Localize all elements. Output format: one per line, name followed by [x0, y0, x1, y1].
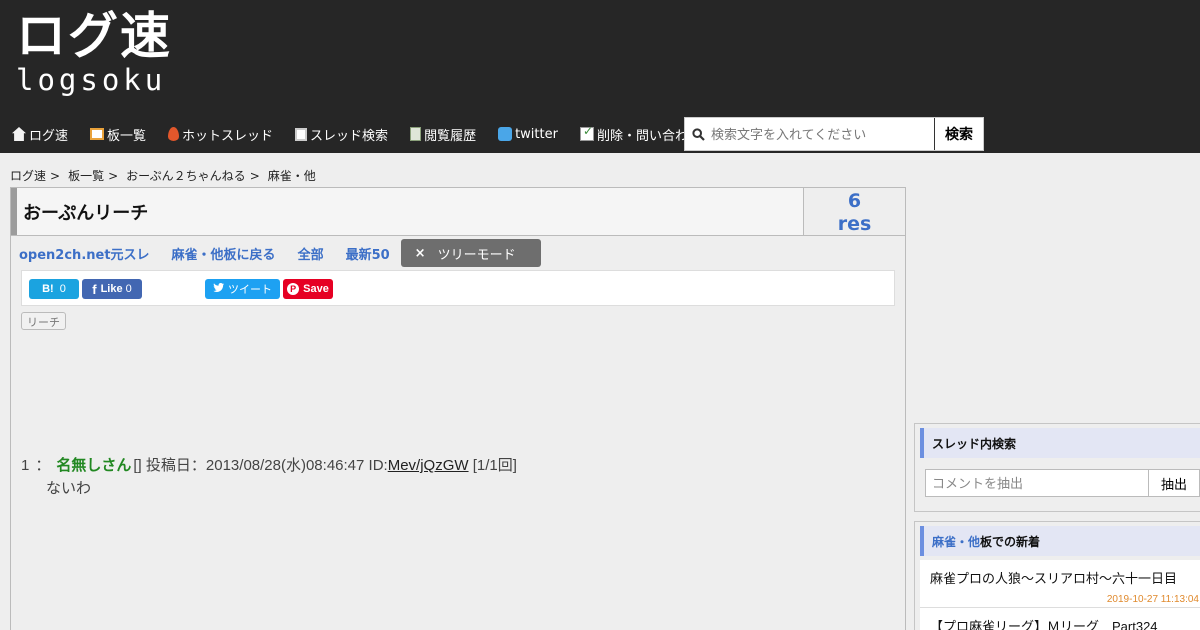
res-count: 6 res [804, 188, 905, 235]
thread-header: おーぷんリーチ 6 res [11, 188, 905, 236]
post-author-name: 名無しさん [56, 457, 132, 474]
post: 1 ： 名無しさん [] 投稿日： 2013/08/28(水)08:46:47 I… [21, 454, 517, 498]
history-icon [410, 127, 422, 141]
breadcrumb-separator: > [108, 169, 119, 183]
fb-like-count: 0 [125, 283, 132, 295]
nav-item-history[interactable]: 閲覧履歴 [398, 118, 476, 150]
res-count-number: 6 [847, 190, 862, 212]
site-search: 検索 [684, 117, 984, 151]
latest-50-link[interactable]: 最新50 [346, 244, 390, 263]
nav-label: ログ速 [29, 128, 69, 144]
breadcrumb: ログ速 > 板一覧 > おーぷん２ちゃんねる > 麻雀・他 [10, 167, 328, 184]
delete-request-icon [579, 124, 594, 141]
thread-title: おーぷんリーチ [17, 188, 804, 235]
share-bar: B! 0 f Like 0 ツイート P Save [21, 270, 895, 306]
site-header: ログ速 logsoku ログ速 板一覧 ホットスレッド スレッド検索 閲覧履歴 … [0, 0, 1200, 153]
fb-like-label: Like [100, 283, 123, 295]
board-icon [90, 128, 105, 140]
nav-item-boards[interactable]: 板一覧 [78, 118, 146, 150]
nav-label: スレッド検索 [310, 128, 389, 144]
post-id-link[interactable]: Mev/jQzGW [388, 457, 469, 474]
post-id-prefix: ID: [368, 457, 388, 474]
thread-search-box: スレッド内検索 抽出 [914, 423, 1200, 512]
nav-label: 閲覧履歴 [424, 128, 477, 144]
new-thread-date: 2019-10-27 11:13:04 [1106, 594, 1199, 605]
post-number-sep: ： [35, 457, 51, 474]
tree-mode-button[interactable]: × ツリーモード [400, 239, 541, 267]
nav-item-twitter[interactable]: twitter [486, 118, 558, 150]
breadcrumb-label: ログ速 [10, 169, 47, 183]
search-doc-icon [295, 127, 308, 141]
nav-label: twitter [515, 126, 558, 142]
nav-item-delete-request[interactable]: 削除・問い合わせ [568, 118, 701, 150]
search-icon [685, 118, 711, 150]
facebook-icon: f [92, 281, 97, 297]
post-count: [1/1回] [472, 457, 517, 474]
nav-item-thread-search[interactable]: スレッド検索 [283, 118, 388, 150]
new-thread-title: 麻雀プロの人狼～スリアロ村～六十一日目 [930, 571, 1178, 586]
main-nav: ログ速 板一覧 ホットスレッド スレッド検索 閲覧履歴 twitter 削除・問… [0, 118, 711, 150]
tree-mode-label: ツリーモード [437, 247, 516, 263]
tweet-button[interactable]: ツイート [205, 279, 280, 299]
new-threads-box: 麻雀・他 板での新着 麻雀プロの人狼～スリアロ村～六十一日目 2019-10-27… [914, 521, 1200, 630]
board-link[interactable]: 麻雀・他 [932, 533, 980, 550]
new-thread-item[interactable]: 【プロ麻雀リーグ】Ｍリーグ Part324 [920, 608, 1200, 630]
comment-filter: 抽出 [925, 469, 1200, 497]
logo-sub-text: logsoku [16, 63, 167, 97]
post-header: 1 ： 名無しさん [] 投稿日： 2013/08/28(水)08:46:47 I… [21, 454, 517, 475]
post-author-suffix: [] [133, 457, 142, 474]
nav-item-home[interactable]: ログ速 [0, 118, 68, 150]
extract-button[interactable]: 抽出 [1149, 469, 1200, 497]
breadcrumb-label: 麻雀・他 [267, 169, 316, 183]
new-threads-heading-suffix: 板での新着 [980, 534, 1041, 549]
res-count-label: res [837, 213, 872, 235]
post-date-prefix: 投稿日： [145, 457, 206, 474]
twitter-icon [498, 127, 513, 141]
twitter-bird-icon [213, 283, 224, 295]
breadcrumb-item[interactable]: ログ速 > [10, 167, 60, 184]
logo-main-text: ログ速 [16, 7, 172, 65]
thread-links: open2ch.net元スレ 麻雀・他板に戻る 全部 最新50 × ツリーモード [19, 239, 541, 267]
search-button[interactable]: 検索 [934, 118, 983, 150]
hatena-bookmark-button[interactable]: B! 0 [29, 279, 79, 299]
thread-tag[interactable]: リーチ [21, 312, 66, 330]
new-threads-heading: 麻雀・他 板での新着 [920, 526, 1200, 556]
post-body: ないわ [46, 480, 92, 497]
site-logo[interactable]: ログ速 logsoku [16, 10, 172, 96]
hatena-count: 0 [59, 283, 66, 295]
facebook-like-button[interactable]: f Like 0 [82, 279, 142, 299]
breadcrumb-item[interactable]: 板一覧 > [68, 167, 118, 184]
pinterest-save-button[interactable]: P Save [283, 279, 333, 299]
hatena-icon: B! [42, 283, 54, 295]
new-thread-item[interactable]: 麻雀プロの人狼～スリアロ村～六十一日目 2019-10-27 11:13:04 [920, 560, 1200, 608]
search-input[interactable] [711, 118, 934, 150]
comment-filter-input[interactable] [925, 469, 1149, 497]
breadcrumb-separator: > [50, 169, 61, 183]
breadcrumb-item: 麻雀・他 [268, 167, 320, 184]
close-icon: × [414, 245, 426, 261]
original-thread-link[interactable]: open2ch.net元スレ [19, 244, 150, 263]
nav-item-hot-threads[interactable]: ホットスレッド [156, 118, 273, 150]
tweet-label: ツイート [228, 284, 272, 296]
breadcrumb-label: 板一覧 [68, 169, 105, 183]
breadcrumb-item[interactable]: おーぷん２ちゃんねる > [126, 167, 260, 184]
show-all-link[interactable]: 全部 [298, 244, 324, 263]
thread-search-heading: スレッド内検索 [920, 428, 1200, 458]
fire-icon [168, 127, 180, 141]
pin-save-label: Save [303, 283, 329, 295]
breadcrumb-separator: > [249, 169, 260, 183]
new-thread-title: 【プロ麻雀リーグ】Ｍリーグ Part324 [930, 619, 1158, 630]
pinterest-icon: P [287, 283, 300, 295]
post-number[interactable]: 1 [21, 457, 29, 474]
post-date: 2013/08/28(水)08:46:47 [205, 457, 365, 474]
home-icon [12, 127, 26, 141]
nav-label: 板一覧 [107, 128, 147, 144]
nav-label: ホットスレッド [182, 128, 274, 144]
back-to-board-link[interactable]: 麻雀・他板に戻る [172, 244, 276, 263]
thread-panel: おーぷんリーチ 6 res open2ch.net元スレ 麻雀・他板に戻る 全部… [10, 187, 906, 630]
breadcrumb-label: おーぷん２ちゃんねる [126, 169, 246, 183]
